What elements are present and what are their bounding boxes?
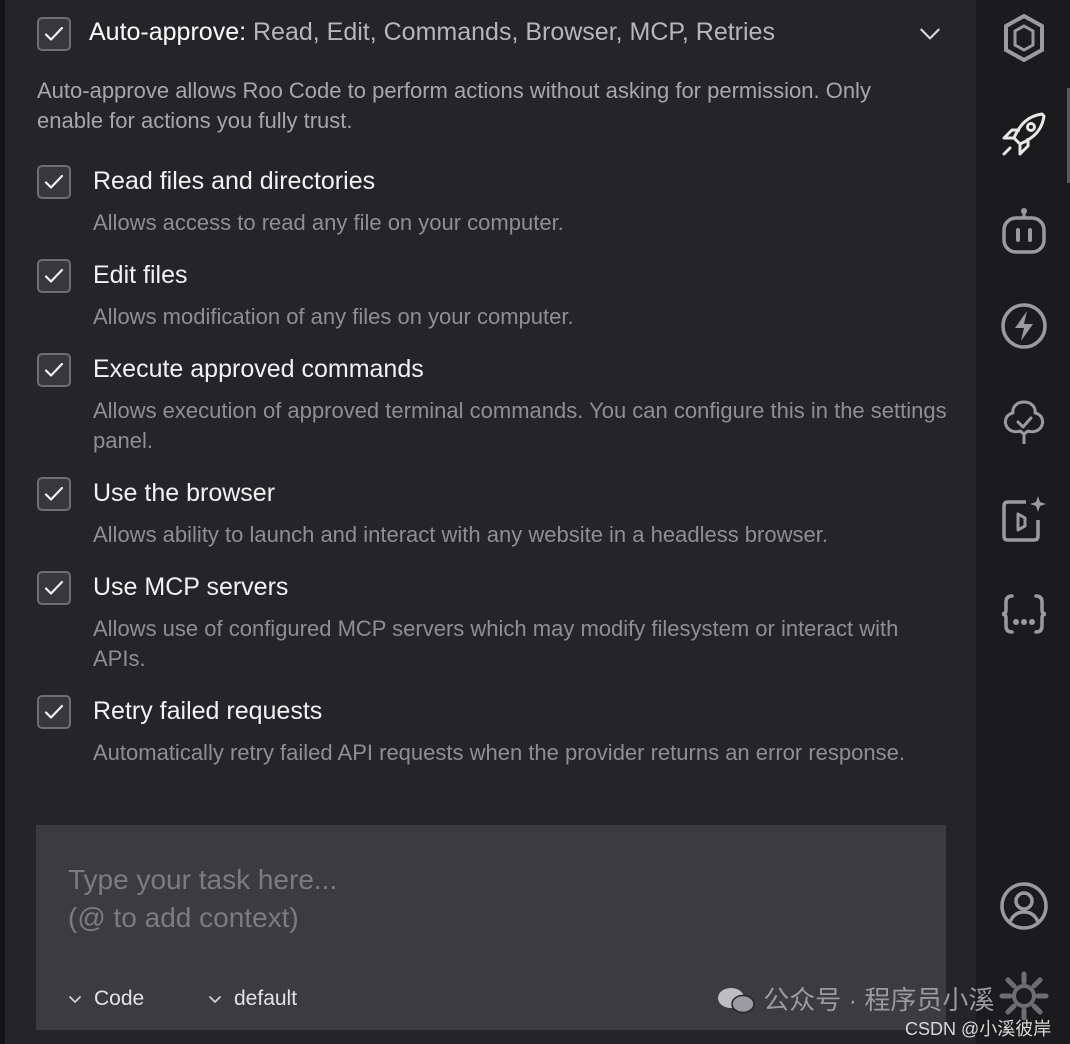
rocket-icon[interactable] [998, 108, 1050, 160]
edit-files-checkbox[interactable] [37, 259, 71, 293]
check-icon [44, 268, 64, 283]
auto-approve-description: Auto-approve allows Roo Code to perform … [37, 78, 871, 133]
check-icon [44, 26, 64, 41]
retry-requests-checkbox[interactable] [37, 695, 71, 729]
auto-approve-label: Auto-approve: [89, 18, 247, 46]
use-browser-description: Allows ability to launch and interact wi… [93, 522, 828, 547]
wechat-icon [716, 985, 763, 1015]
use-browser-label[interactable]: Use the browser [93, 479, 275, 508]
check-icon [44, 486, 64, 501]
chevron-down-icon [209, 996, 221, 1003]
json-braces-icon[interactable] [998, 588, 1050, 640]
config-selector[interactable]: default [208, 987, 297, 1011]
wechat-watermark: 公众号 · 程序员小溪 [716, 980, 994, 1017]
notebook-sparkle-icon[interactable] [998, 492, 1050, 544]
lightning-icon[interactable] [998, 300, 1050, 352]
check-icon [44, 704, 64, 719]
csdn-credit: CSDN @小溪彼岸 [905, 1019, 1052, 1039]
auto-approve-toggle[interactable]: Auto-approve: Read, Edit, Commands, Brow… [89, 18, 775, 47]
execute-commands-label[interactable]: Execute approved commands [93, 355, 424, 384]
check-icon [44, 174, 64, 189]
mode-selector[interactable]: Code [68, 987, 144, 1011]
use-mcp-checkbox[interactable] [37, 571, 71, 605]
check-icon [44, 362, 64, 377]
use-browser-checkbox[interactable] [37, 477, 71, 511]
retry-requests-label[interactable]: Retry failed requests [93, 697, 322, 726]
edit-files-label[interactable]: Edit files [93, 261, 187, 290]
use-mcp-label[interactable]: Use MCP servers [93, 573, 288, 602]
watermark-text: 公众号 · 程序员小溪 [763, 985, 995, 1015]
task-placeholder-line-1: Type your task here... [68, 864, 338, 895]
mode-label: Code [94, 987, 145, 1010]
use-mcp-description: Allows use of configured MCP servers whi… [93, 616, 899, 671]
auto-approve-checkbox[interactable] [37, 17, 71, 51]
read-files-description: Allows access to read any file on your c… [93, 210, 564, 235]
auto-approve-summary: Read, Edit, Commands, Browser, MCP, Retr… [253, 18, 775, 46]
read-files-checkbox[interactable] [37, 165, 71, 199]
edit-files-description: Allows modification of any files on your… [93, 304, 574, 329]
task-placeholder-line-2: (@ to add context) [68, 902, 299, 933]
roo-logo-icon[interactable] [998, 12, 1050, 64]
retry-requests-description: Automatically retry failed API requests … [93, 740, 905, 765]
account-icon[interactable] [998, 880, 1050, 932]
config-label: default [234, 987, 298, 1010]
execute-commands-description: Allows execution of approved terminal co… [93, 398, 947, 453]
tree-icon[interactable] [998, 396, 1050, 448]
task-input-placeholder[interactable]: Type your task here... (@ to add context… [68, 861, 468, 937]
execute-commands-checkbox[interactable] [37, 353, 71, 387]
check-icon [44, 580, 64, 595]
chevron-down-icon [69, 996, 81, 1003]
chevron-down-icon[interactable] [917, 21, 943, 47]
read-files-label[interactable]: Read files and directories [93, 167, 375, 196]
robot-icon[interactable] [998, 206, 1050, 258]
